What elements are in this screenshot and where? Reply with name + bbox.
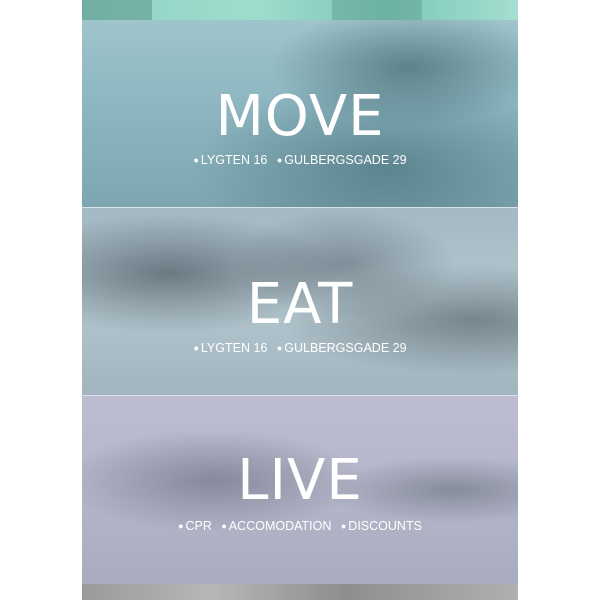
bullet-icon: ●	[193, 343, 199, 353]
bullet-icon: ●	[276, 155, 283, 165]
bullet-icon: ●	[276, 343, 283, 353]
bullet-icon: ●	[221, 521, 227, 531]
live-links: ● CPR ● ACCOMODATION ● DISCOUNTS	[82, 519, 518, 533]
eat-heading: EAT	[246, 272, 354, 337]
top-image-strip	[82, 0, 518, 20]
move-links: ● LYGTEN 16 ● GULBERGSGADE 29	[82, 153, 518, 167]
eat-link-gulbergsgade[interactable]: ● GULBERGSGADE 29	[277, 341, 407, 355]
move-heading: MOVE	[215, 84, 385, 149]
eat-panel[interactable]: EAT ● LYGTEN 16 ● GULBERGSGADE 29	[82, 208, 518, 395]
bullet-icon: ●	[340, 521, 347, 531]
eat-links: ● LYGTEN 16 ● GULBERGSGADE 29	[82, 341, 518, 355]
move-panel[interactable]: MOVE ● LYGTEN 16 ● GULBERGSGADE 29	[82, 20, 518, 207]
move-link-lygten[interactable]: ● LYGTEN 16	[193, 153, 267, 167]
live-link-discounts[interactable]: ● DISCOUNTS	[341, 519, 422, 533]
live-panel[interactable]: LIVE ● CPR ● ACCOMODATION ● DISCOUNTS	[82, 396, 518, 584]
live-link-accomodation[interactable]: ● ACCOMODATION	[221, 519, 331, 533]
bullet-icon: ●	[178, 521, 184, 531]
page-column: MOVE ● LYGTEN 16 ● GULBERGSGADE 29 EAT ● LY…	[82, 0, 518, 600]
eat-link-lygten[interactable]: ● LYGTEN 16	[193, 341, 267, 355]
bottom-image-strip	[82, 584, 518, 600]
move-link-gulbergsgade[interactable]: ● GULBERGSGADE 29	[277, 153, 407, 167]
live-heading: LIVE	[237, 448, 363, 513]
live-link-cpr[interactable]: ● CPR	[178, 519, 212, 533]
bullet-icon: ●	[193, 155, 199, 165]
